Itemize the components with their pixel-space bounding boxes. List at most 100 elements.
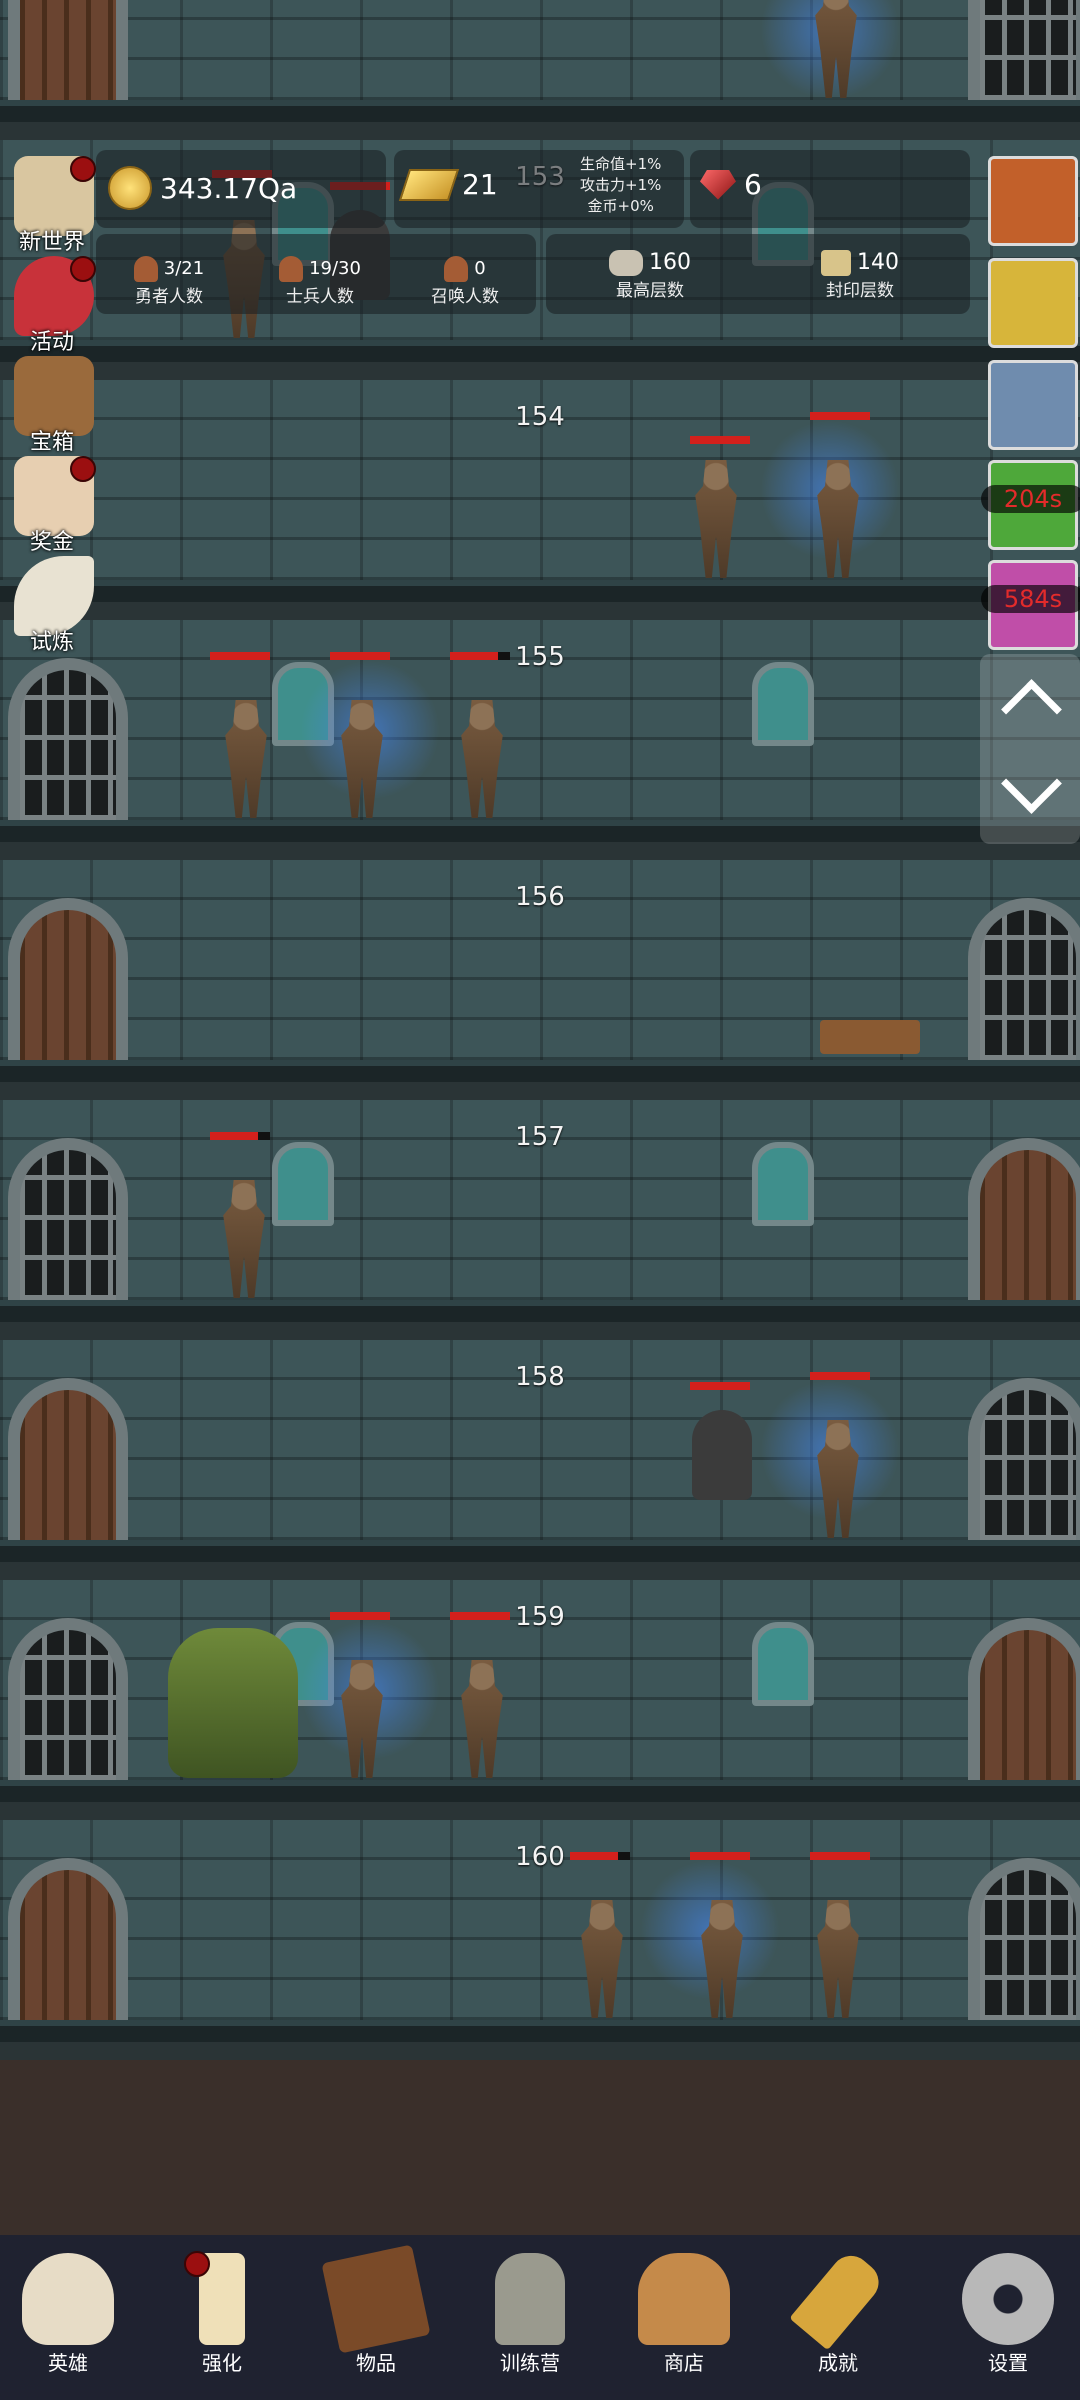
enemy-hp-bar <box>690 1382 750 1390</box>
floor-number: 158 <box>515 1362 565 1392</box>
notification-dot <box>70 456 96 482</box>
barred-gate <box>8 1138 128 1300</box>
barred-gate <box>8 658 128 820</box>
notification-dot <box>70 256 96 282</box>
key-icon <box>789 2247 887 2351</box>
max-floor-stat: 160 最高层数 <box>570 250 730 301</box>
scroll-down-button[interactable] <box>1001 753 1062 814</box>
floor-160: 160 <box>0 1820 1080 2060</box>
buff-scroll[interactable] <box>988 360 1078 450</box>
floor-158: 158 <box>0 1340 1080 1580</box>
heroes-count: 3/21 勇者人数 <box>133 256 205 307</box>
enemy-hp-bar <box>450 1612 510 1620</box>
book-icon <box>321 2244 431 2354</box>
side-new-world-button[interactable]: 新世界 <box>6 156 98 255</box>
barred-gate <box>968 898 1080 1060</box>
stone-icon <box>609 250 643 276</box>
seal-scroll-icon <box>821 250 851 276</box>
notification-dot <box>184 2251 210 2277</box>
side-chest-button[interactable]: 宝箱 <box>6 356 98 455</box>
ground-area <box>0 2060 1080 2235</box>
gem-value: 6 <box>744 168 762 201</box>
barred-gate <box>8 1618 128 1780</box>
enemy-hp-bar <box>810 1852 870 1860</box>
nav-items[interactable]: 物品 <box>316 2241 436 2391</box>
buff-timer: 204s <box>981 485 1080 513</box>
bottom-nav: 英雄 强化 物品 训练营 商店 成就 设置 <box>0 2235 1080 2400</box>
bonus-gold: 金币+0% <box>587 197 654 215</box>
enemy-hp-bar <box>330 652 390 660</box>
enemy-hp-bar <box>690 436 750 444</box>
nav-heroes[interactable]: 英雄 <box>8 2241 128 2391</box>
mug-icon <box>638 2253 730 2345</box>
enemy-hp-bar <box>450 652 510 660</box>
door <box>8 1858 128 2020</box>
floor-number: 156 <box>515 882 565 912</box>
window <box>752 662 814 746</box>
soldiers-count: 19/30 士兵人数 <box>250 256 390 307</box>
gem-counter: 6 <box>700 168 762 201</box>
floor-155: 155 <box>0 620 1080 860</box>
resource-hud: 343.17Qa 21 生命值+1% 攻击力+1% 金币+0% 6 3/21 勇… <box>0 150 1080 320</box>
bonus-stats: 生命值+1% 攻击力+1% 金币+0% <box>580 154 661 217</box>
coin-value: 343.17Qa <box>160 171 298 205</box>
scroll-up-button[interactable] <box>1001 679 1062 740</box>
skeleton-warrior-enemy <box>817 1900 859 2018</box>
buff-green-potion[interactable]: 204s <box>981 460 1080 550</box>
buff-candle[interactable] <box>988 258 1078 348</box>
gem-icon <box>700 169 736 200</box>
enemy-hp-bar <box>690 1852 750 1860</box>
side-events-button[interactable]: 活动 <box>6 256 98 355</box>
skull-icon <box>22 2253 114 2345</box>
buff-pink-potion[interactable]: 584s <box>981 560 1080 650</box>
window <box>752 1142 814 1226</box>
enemy-hp-bar <box>330 1612 390 1620</box>
enemy-hp-bar <box>570 1852 630 1860</box>
enemy-hp-bar <box>810 1372 870 1380</box>
skeleton-warrior-enemy <box>225 700 267 818</box>
window <box>752 1622 814 1706</box>
floor-scroll-control <box>980 654 1080 844</box>
floor-156: 156 <box>0 860 1080 1100</box>
ogre-boss-enemy <box>168 1628 298 1778</box>
wooden-cart <box>820 1020 920 1054</box>
enemy-hp-bar <box>210 1132 270 1140</box>
gold-counter: 21 <box>398 168 498 201</box>
notification-dot <box>70 156 96 182</box>
floor-partial <box>0 0 1080 140</box>
ghost-enemy <box>692 1410 752 1500</box>
soldier-head-icon <box>279 256 304 282</box>
nav-achievements[interactable]: 成就 <box>778 2241 898 2391</box>
floor-159: 159 <box>0 1580 1080 1820</box>
side-bonus-button[interactable]: 奖金 <box>6 456 98 555</box>
barred-gate <box>968 1378 1080 1540</box>
skeleton-archer-enemy <box>461 700 503 818</box>
door <box>8 0 128 100</box>
gold-value: 21 <box>462 168 498 201</box>
window <box>272 1142 334 1226</box>
bonus-attack: 攻击力+1% <box>580 176 662 194</box>
hero-head-icon <box>133 256 158 282</box>
door <box>8 1378 128 1540</box>
door <box>968 1138 1080 1300</box>
zombie-enemy <box>695 460 737 578</box>
nav-shop[interactable]: 商店 <box>624 2241 744 2391</box>
door <box>8 898 128 1060</box>
side-trial-button[interactable]: 试炼 <box>6 556 98 655</box>
gear-icon <box>962 2253 1054 2345</box>
lantern-icon <box>495 2253 565 2345</box>
floor-157: 157 <box>0 1100 1080 1340</box>
door <box>968 1618 1080 1780</box>
skeleton-archer-enemy <box>581 1900 623 2018</box>
enemy-hp-bar <box>810 412 870 420</box>
gold-bar-icon <box>398 168 460 201</box>
coin-counter: 343.17Qa <box>108 166 297 210</box>
buff-pumpkin[interactable] <box>988 156 1078 246</box>
barred-gate <box>968 0 1080 100</box>
nav-training[interactable]: 训练营 <box>470 2241 590 2391</box>
buff-timer: 584s <box>981 585 1080 613</box>
barred-gate <box>968 1858 1080 2020</box>
nav-settings[interactable]: 设置 <box>948 2241 1068 2391</box>
floor-number: 154 <box>515 402 565 432</box>
nav-upgrade[interactable]: 强化 <box>162 2241 282 2391</box>
